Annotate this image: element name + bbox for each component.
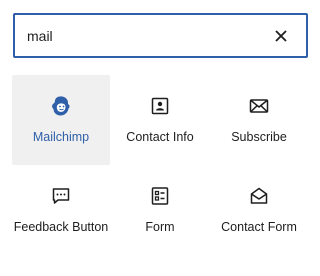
block-item-contact-info[interactable]: Contact Info [111, 75, 209, 165]
search-input[interactable] [27, 24, 257, 48]
contact-card-icon [148, 94, 172, 118]
block-label: Form [145, 220, 175, 234]
block-item-contact-form[interactable]: Contact Form [210, 165, 308, 255]
close-icon [275, 30, 287, 42]
block-label: Contact Form [221, 220, 297, 234]
block-item-form[interactable]: Form [111, 165, 209, 255]
block-label: Contact Info [126, 130, 194, 144]
form-icon [148, 184, 172, 208]
block-item-subscribe[interactable]: Subscribe [210, 75, 308, 165]
block-label: Mailchimp [32, 130, 90, 144]
block-item-mailchimp[interactable]: Mailchimp [12, 75, 110, 165]
clear-search-button[interactable] [270, 25, 292, 47]
block-label: Subscribe [231, 130, 287, 144]
open-envelope-icon [247, 184, 271, 208]
mailchimp-icon [49, 94, 73, 118]
block-search-box [13, 13, 308, 58]
chat-bubble-icon [49, 184, 73, 208]
envelope-icon [247, 94, 271, 118]
block-results-grid: Mailchimp Contact Info Subscribe Feedbac… [12, 75, 308, 255]
block-item-feedback-button[interactable]: Feedback Button [12, 165, 110, 255]
block-label: Feedback Button [13, 220, 109, 234]
